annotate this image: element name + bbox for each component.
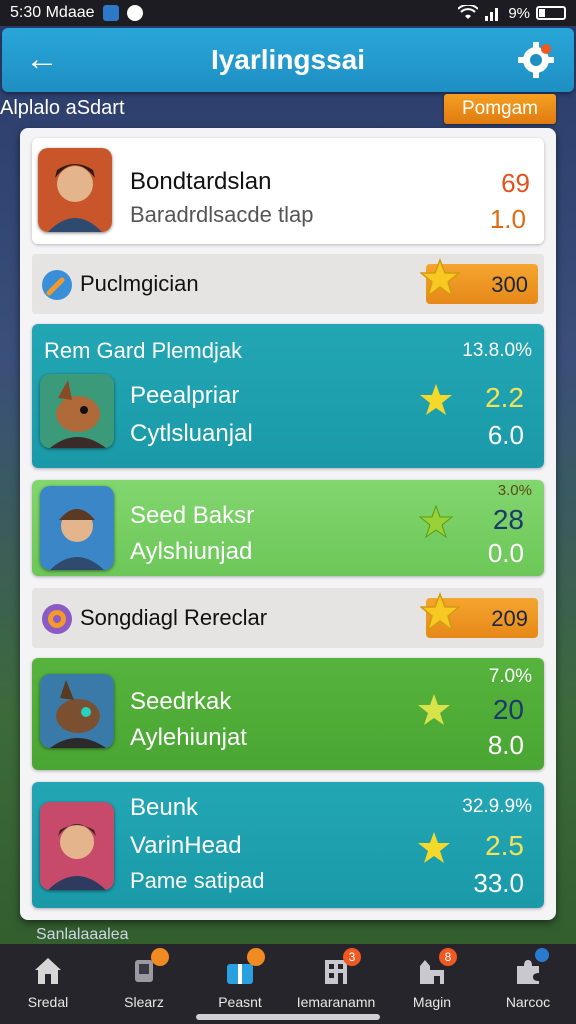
status-time: 5:30 Mdaae <box>10 4 95 21</box>
section-label: Songdiagl Rereclar <box>80 605 268 630</box>
pilot-avatar <box>40 486 114 570</box>
building-icon: 3 <box>319 948 361 988</box>
card-title: Beunk <box>130 794 199 821</box>
star-icon <box>420 384 452 415</box>
battery-icon <box>536 6 566 20</box>
app-notification-icon <box>102 5 119 21</box>
bottom-nav: Sredal Slearz Peasnt 3 Iemaranamn 8 Magi… <box>0 944 576 1024</box>
card-value-secondary: 33.0 <box>473 868 524 898</box>
card-header: Rem Gard Plemdjak <box>44 338 243 363</box>
creature-avatar <box>40 674 114 748</box>
section-score: 300 <box>491 272 528 297</box>
card-value-primary: 28 <box>492 504 524 535</box>
card-value-secondary: 6.0 <box>487 420 524 450</box>
back-arrow-icon[interactable]: ← <box>24 42 60 78</box>
status-bar: 5:30 Mdaae 9% <box>0 0 576 26</box>
list-item[interactable]: Beunk VarinHead Pame satipad 32.9.9% 2.5… <box>32 782 544 908</box>
card-caption: Pame satipad <box>130 868 265 893</box>
gold-star-icon <box>420 592 460 632</box>
card-value-secondary: 8.0 <box>487 730 524 760</box>
section-subtitle: Alplalo aSdart <box>0 96 125 119</box>
card-title: Peealpriar <box>130 382 240 409</box>
home-indicator[interactable] <box>196 1014 380 1020</box>
nav-badge <box>151 948 169 966</box>
card-subtitle: Cytlsluanjal <box>130 420 253 447</box>
profile-value-bottom: 1.0 <box>489 204 526 234</box>
nav-item-castle[interactable]: 8 Magin <box>384 944 480 1024</box>
battery-percent: 9% <box>508 4 530 22</box>
creature-avatar <box>40 374 114 448</box>
main-panel: Bondtardslan Baradrdlsacde tlap 69 1.0 P… <box>20 128 556 920</box>
nav-item-building[interactable]: 3 Iemaranamn <box>288 944 384 1024</box>
star-icon <box>418 694 450 725</box>
star-icon <box>418 832 450 863</box>
gold-star-icon <box>420 258 460 298</box>
donut-badge-icon <box>42 604 72 634</box>
program-button[interactable]: Pomgam <box>444 94 556 124</box>
settings-gear-icon[interactable] <box>516 40 556 80</box>
list-item[interactable]: 3.0% Seed Baksr Aylshiunjad 28 0.0 <box>32 480 544 576</box>
section-score: 209 <box>491 606 528 631</box>
hero-avatar <box>40 802 114 890</box>
home-icon <box>35 958 61 984</box>
nav-badge <box>247 948 265 966</box>
section-bar[interactable]: Puclmgician 300 <box>32 254 544 314</box>
card-value-primary: 2.2 <box>485 382 524 413</box>
signal-icon <box>485 8 499 21</box>
profile-description: Baradrdlsacde tlap <box>130 202 314 227</box>
nav-badge: 3 <box>343 948 361 966</box>
puzzle-icon <box>511 948 549 988</box>
card-value-primary: 2.5 <box>485 830 524 861</box>
castle-icon: 8 <box>415 948 457 988</box>
wifi-icon <box>458 5 479 19</box>
profile-card[interactable]: Bondtardslan Baradrdlsacde tlap 69 1.0 <box>32 138 544 244</box>
app-bar: ← Iyarlingssai <box>2 28 574 92</box>
nav-item-trophy[interactable]: Slearz <box>96 944 192 1024</box>
nav-item-puzzle[interactable]: Narcoc <box>480 944 576 1024</box>
profile-name: Bondtardslan <box>130 168 272 195</box>
section-label: Puclmgician <box>80 271 199 296</box>
nav-label: Iemaranamn <box>296 994 376 1010</box>
card-percent: 3.0% <box>497 482 532 499</box>
list-item[interactable]: 7.0% Seedrkak Aylehiunjat 20 8.0 <box>32 658 544 770</box>
nav-label: Sredal <box>27 994 69 1010</box>
card-subtitle: Aylshiunjad <box>130 538 253 565</box>
card-percent: 7.0% <box>488 666 532 687</box>
card-percent: 13.8.0% <box>462 340 532 361</box>
card-subtitle: VarinHead <box>130 832 242 859</box>
card-value-secondary: 0.0 <box>487 538 524 568</box>
wrench-badge-icon <box>42 270 72 300</box>
section-bar[interactable]: Songdiagl Rereclar 209 <box>32 588 544 648</box>
nav-badge: 8 <box>439 948 457 966</box>
card-value-primary: 20 <box>492 694 524 725</box>
sub-header: Alplalo aSdart Pomgam <box>0 92 576 124</box>
nav-item-home[interactable]: Sredal <box>0 944 96 1024</box>
nav-label: Peasnt <box>218 994 262 1010</box>
card-percent: 32.9.9% <box>462 796 532 817</box>
peek-list-item: Sanlalaaalea <box>36 926 129 943</box>
gift-box-icon <box>223 948 265 988</box>
star-icon <box>418 504 454 539</box>
trophy-icon <box>127 948 169 988</box>
nav-label: Magin <box>412 994 452 1010</box>
nav-label: Slearz <box>124 994 164 1010</box>
notification-icons <box>102 5 143 21</box>
nav-item-gift[interactable]: Peasnt <box>192 944 288 1024</box>
message-notification-icon <box>126 5 143 21</box>
profile-avatar <box>38 148 112 232</box>
list-item[interactable]: Rem Gard Plemdjak 13.8.0% Peealpriar Cyt… <box>32 324 544 468</box>
profile-value-top: 69 <box>501 168 530 198</box>
card-subtitle: Aylehiunjat <box>130 724 247 751</box>
nav-label: Narcoc <box>505 994 551 1010</box>
page-title: Iyarlingssai <box>210 44 366 75</box>
nav-badge <box>535 948 549 962</box>
card-title: Seed Baksr <box>130 502 255 529</box>
card-title: Seedrkak <box>130 688 232 715</box>
